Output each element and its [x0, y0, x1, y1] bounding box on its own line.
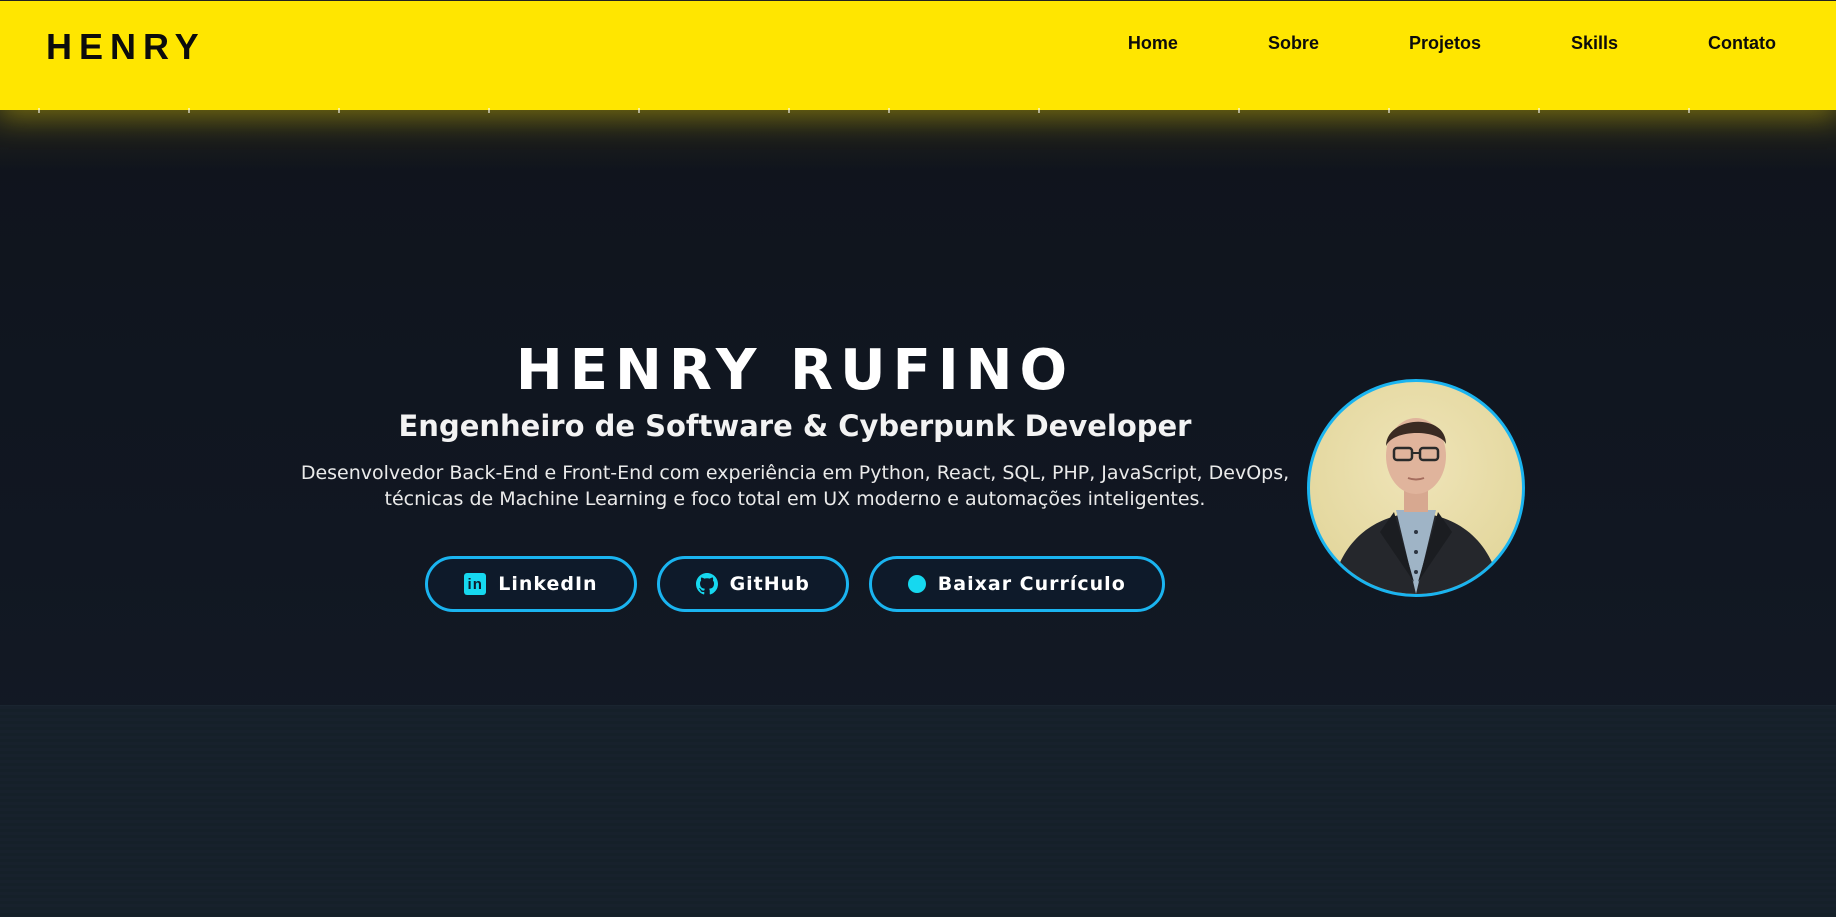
dot-icon: [907, 575, 926, 593]
nav-projetos-link[interactable]: Projetos: [1409, 33, 1481, 54]
hero-description-line-2: técnicas de Machine Learning e foco tota…: [384, 488, 1206, 510]
nav-links: Home Sobre Projetos Skills Contato: [1038, 33, 1776, 54]
nav-skills-link[interactable]: Skills: [1571, 33, 1618, 54]
navbar: HENRY Home Sobre Projetos Skills Contato: [0, 0, 1836, 113]
github-icon: [695, 573, 718, 595]
header-glow: [0, 110, 1836, 170]
nav-sobre-link[interactable]: Sobre: [1268, 33, 1319, 54]
github-button[interactable]: GitHub: [656, 556, 849, 612]
hero-name: HENRY RUFINO: [515, 338, 1075, 403]
hero-section: HENRY RUFINO Engenheiro de Software & Cy…: [250, 338, 1340, 612]
hero-description: Desenvolvedor Back-End e Front-End com e…: [250, 460, 1340, 512]
linkedin-icon: in: [464, 573, 487, 595]
page: HENRY Home Sobre Projetos Skills Contato…: [0, 0, 1836, 917]
download-cv-button-label: Baixar Currículo: [937, 573, 1126, 595]
nav-contato-link[interactable]: Contato: [1708, 33, 1776, 54]
linkedin-button-label: LinkedIn: [498, 573, 598, 595]
brand-logo[interactable]: HENRY: [46, 26, 206, 68]
hero-role: Engenheiro de Software & Cyberpunk Devel…: [398, 409, 1192, 443]
github-button-label: GitHub: [729, 573, 810, 595]
hero-buttons: in LinkedIn GitHub Baixar Currículo: [250, 556, 1340, 612]
avatar: [1307, 379, 1525, 597]
linkedin-button[interactable]: in LinkedIn: [425, 556, 637, 612]
profile-photo: [1330, 418, 1502, 594]
next-section-band: [0, 705, 1836, 917]
hero-description-line-1: Desenvolvedor Back-End e Front-End com e…: [300, 462, 1290, 484]
download-cv-button[interactable]: Baixar Currículo: [868, 556, 1165, 612]
navbar-tick-decoration: [0, 107, 1836, 113]
nav-home-link[interactable]: Home: [1128, 33, 1178, 54]
